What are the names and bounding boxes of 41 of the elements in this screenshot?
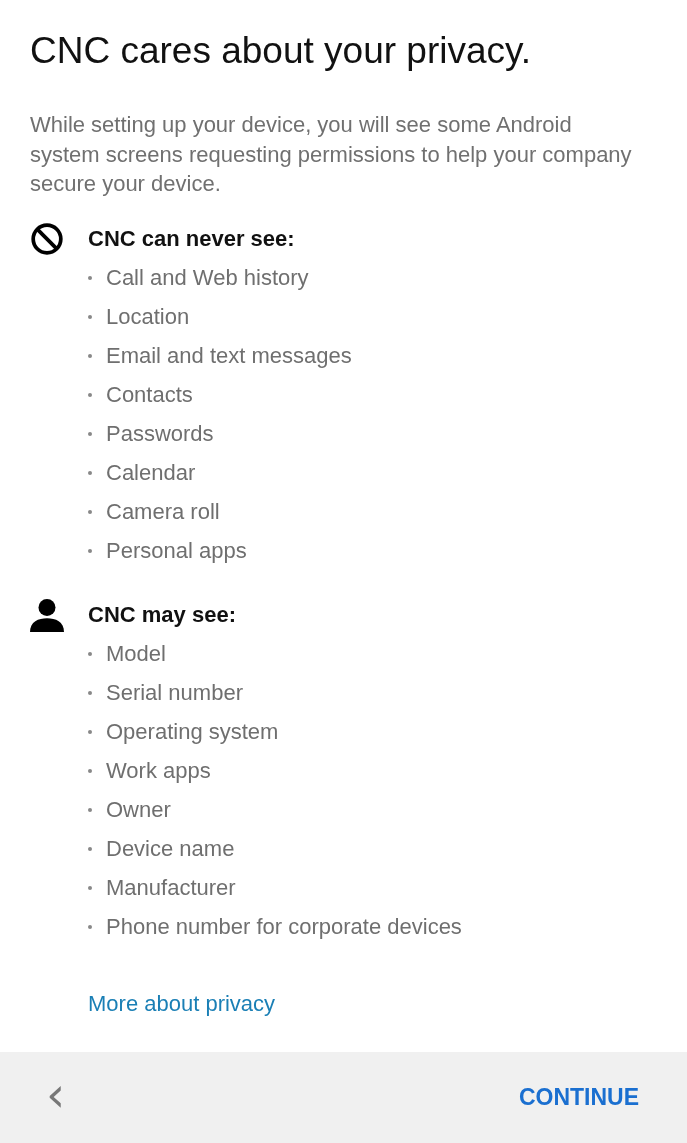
section-heading: CNC can never see:	[88, 225, 295, 252]
list-item: Phone number for corporate devices	[106, 914, 462, 940]
intro-text: While setting up your device, you will see some Android system screens requesting permissions to help your company secure your device.	[30, 111, 633, 198]
bullet-icon	[88, 276, 92, 280]
list-item: Device name	[106, 836, 235, 862]
continue-button[interactable]: CONTINUE	[506, 1076, 651, 1119]
section-heading: CNC may see:	[88, 601, 236, 628]
bullet-icon	[88, 652, 92, 656]
bullet-icon	[88, 393, 92, 397]
bullet-icon	[88, 549, 92, 553]
bullet-icon	[88, 925, 92, 929]
list-item: Calendar	[106, 460, 196, 486]
list-item: Camera roll	[106, 499, 220, 525]
list-item: Model	[106, 641, 166, 667]
bullet-icon	[88, 730, 92, 734]
list-item: Work apps	[106, 758, 211, 784]
bullet-icon	[88, 315, 92, 319]
prohibited-icon	[30, 221, 64, 256]
list-item: Passwords	[106, 421, 214, 447]
bullet-icon	[88, 432, 92, 436]
bullet-icon	[88, 471, 92, 475]
bullet-icon	[88, 354, 92, 358]
bullet-icon	[88, 691, 92, 695]
privacy-link[interactable]: More about privacy	[88, 990, 276, 1017]
list-item: Operating system	[106, 719, 279, 745]
bullet-icon	[88, 769, 92, 773]
list-item: Owner	[106, 797, 171, 823]
page-title: CNC cares about your privacy.	[30, 29, 533, 73]
bullet-icon	[88, 808, 92, 812]
person-icon	[30, 597, 64, 632]
bullet-icon	[88, 847, 92, 851]
list-item: Personal apps	[106, 538, 247, 564]
bullet-icon	[88, 510, 92, 514]
back-button[interactable]: ‹	[40, 1065, 72, 1130]
list-item: Email and text messages	[106, 343, 352, 369]
list-item: Serial number	[106, 680, 243, 706]
bullet-icon	[88, 886, 92, 890]
list-item: Manufacturer	[106, 875, 236, 901]
list-item: Call and Web history	[106, 265, 309, 291]
list-item: Contacts	[106, 382, 193, 408]
list-item: Location	[106, 304, 190, 330]
